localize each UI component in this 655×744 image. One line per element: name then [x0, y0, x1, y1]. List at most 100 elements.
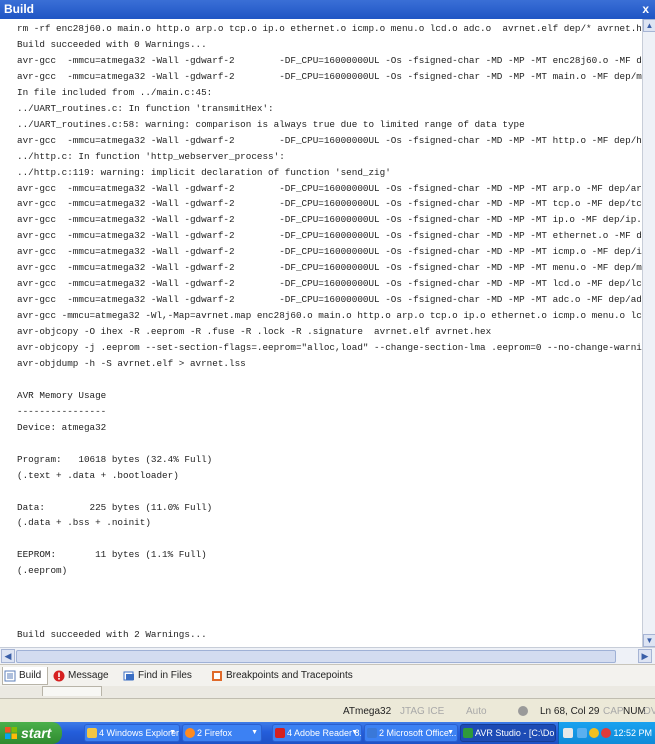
tray-window-icon[interactable] [563, 728, 573, 738]
taskbar-item-explorer[interactable]: 4 Windows Explorer ▼ [84, 724, 180, 742]
build-log-line: ../UART_routines.c: In function 'transmi… [17, 102, 274, 116]
adobe-reader-icon [275, 728, 285, 738]
close-button[interactable]: x [642, 0, 649, 19]
vertical-scrollbar[interactable]: ▲ ▼ [642, 19, 655, 647]
build-log-text: avr-gcc -mmcu=atmega32 -Wall -gdwarf-2 -… [17, 230, 642, 242]
build-log-line: avr-gcc -mmcu=atmega32 -Wall -gdwarf-2 -… [17, 54, 642, 68]
taskbar-item-firefox[interactable]: 2 Firefox ▼ [182, 724, 262, 742]
build-log-line: ---------------- [17, 405, 106, 419]
build-log-text: avr-gcc -mmcu=atmega32 -Wall -gdwarf-2 -… [17, 182, 642, 194]
tray-security-icon[interactable] [601, 728, 611, 738]
horizontal-scrollbar[interactable]: ◀ ▶ [0, 647, 655, 664]
scroll-left-icon[interactable]: ◀ [1, 649, 15, 663]
build-log-text: avr-objcopy -j .eeprom --set-section-fla… [17, 342, 642, 353]
build-output-pane[interactable]: rm -rf enc28j60.o main.o http.o arp.o tc… [17, 19, 642, 647]
build-log-text: ../UART_routines.c: In function 'transmi… [17, 102, 274, 114]
clock: 12:52 PM [613, 728, 652, 738]
build-log-line: ../http.c: In function 'http_webserver_p… [17, 150, 285, 164]
build-log-line: (.data + .bss + .noinit) [17, 516, 151, 530]
build-log-text: avr-gcc -mmcu=atmega32 -Wall -gdwarf-2 -… [17, 278, 642, 290]
scroll-up-icon[interactable]: ▲ [643, 19, 655, 32]
horizontal-scroll-thumb[interactable] [16, 650, 616, 663]
taskbar-item-office[interactable]: 2 Microsoft Office... ▼ [364, 724, 458, 742]
build-log-text: (.eeprom) [17, 565, 68, 577]
editor-tab-strip [0, 686, 655, 698]
build-log-line: avr-gcc -mmcu=atmega32 -Wall -gdwarf-2 -… [17, 197, 642, 211]
editor-tab-fragment[interactable] [42, 686, 102, 696]
chevron-down-icon: ▼ [351, 729, 358, 736]
taskbar-item-label: 4 Windows Explorer [99, 728, 180, 738]
build-log-line: avr-gcc -mmcu=atmega32 -Wall -gdwarf-2 -… [17, 277, 642, 291]
build-log-text: EEPROM: 11 bytes (1.1% Full) [17, 549, 207, 561]
build-log-text: avr-gcc -mmcu=atmega32 -Wall -gdwarf-2 -… [17, 198, 642, 210]
status-mode: Auto [466, 706, 487, 717]
build-log-line: avr-gcc -mmcu=atmega32 -Wall -gdwarf-2 -… [17, 213, 642, 227]
build-log-text: (.data + .bss + .noinit) [17, 517, 151, 529]
windows-flag-icon [5, 727, 17, 739]
tab-find-in-files[interactable]: Find in Files [122, 667, 206, 685]
build-log-line: Device: atmega32 [17, 421, 106, 435]
taskbar-item-label: AVR Studio - [C:\Do... [475, 728, 556, 738]
build-log-text: ../UART_routines.c:58: warning: comparis… [17, 118, 525, 130]
build-log-line: (.text + .data + .bootloader) [17, 469, 179, 483]
start-button[interactable]: start [0, 722, 62, 744]
window-title-bar: Build x [0, 0, 655, 19]
taskbar-item-avr-studio[interactable]: AVR Studio - [C:\Do... [460, 724, 556, 742]
tab-label: Find in Files [138, 670, 192, 681]
status-caps: CAP [603, 706, 624, 717]
breakpoints-icon [212, 671, 222, 681]
taskbar-item-label: 2 Firefox [197, 728, 233, 738]
build-log-line: rm -rf enc28j60.o main.o http.o arp.o tc… [17, 22, 642, 36]
chevron-down-icon: ▼ [251, 729, 258, 736]
build-log-text: avr-objcopy -O ihex -R .eeprom -R .fuse … [17, 326, 492, 338]
build-log-line: Build succeeded with 2 Warnings... [17, 628, 207, 642]
build-log-line: AVR Memory Usage [17, 389, 106, 403]
build-log-line: Build succeeded with 0 Warnings... [17, 38, 207, 52]
tray-audio-icon[interactable] [589, 728, 599, 738]
build-log-text: avr-gcc -mmcu=atmega32 -Wall -gdwarf-2 -… [17, 70, 642, 82]
firefox-icon [185, 728, 195, 738]
connection-status-icon [518, 706, 528, 716]
build-log-text: Data: 225 bytes (11.0% Full) [17, 501, 213, 513]
build-log-text: avr-gcc -mmcu=atmega32 -Wall -gdwarf-2 -… [17, 54, 642, 66]
build-log-text: rm -rf enc28j60.o main.o http.o arp.o tc… [17, 23, 642, 34]
tab-breakpoints[interactable]: Breakpoints and Tracepoints [210, 667, 370, 685]
tray-network-icon[interactable] [577, 728, 587, 738]
window-title: Build [4, 2, 34, 16]
taskbar: start 4 Windows Explorer ▼ 2 Firefox ▼ 4 A… [0, 722, 655, 744]
scroll-right-icon[interactable]: ▶ [638, 649, 652, 663]
taskbar-item-label: 2 Microsoft Office... [379, 728, 457, 738]
status-bar: ATmega32 JTAG ICE Auto Ln 68, Col 29 CAP… [0, 698, 655, 723]
build-log-line: EEPROM: 11 bytes (1.1% Full) [17, 548, 207, 562]
build-log-line: avr-objdump -h -S avrnet.elf > avrnet.ls… [17, 357, 246, 371]
avr-studio-icon [463, 728, 473, 738]
status-ovr: OVR [643, 706, 655, 717]
build-log-text: avr-gcc -mmcu=atmega32 -Wall -gdwarf-2 -… [17, 134, 642, 146]
build-log-text: Build succeeded with 2 Warnings... [17, 629, 207, 641]
build-log-line: ../http.c:119: warning: implicit declara… [17, 166, 391, 180]
build-log-line: avr-gcc -mmcu=atmega32 -Wall -gdwarf-2 -… [17, 70, 642, 84]
build-log-text: avr-gcc -mmcu=atmega32 -Wall -gdwarf-2 -… [17, 294, 642, 306]
build-log-line: In file included from ../main.c:45: [17, 86, 212, 100]
tab-label: Build [19, 670, 42, 681]
build-log-text: ---------------- [17, 405, 107, 417]
scroll-down-icon[interactable]: ▼ [643, 634, 655, 647]
build-log-line: avr-gcc -mmcu=atmega32 -Wall -gdwarf-2 -… [17, 182, 642, 196]
build-log-text: (.text + .data + .bootloader) [17, 469, 179, 481]
build-log-text: In file included from ../main.c:45: [17, 86, 213, 98]
tab-build[interactable]: Build [2, 667, 48, 685]
build-log-line: avr-gcc -mmcu=atmega32 -Wall -gdwarf-2 -… [17, 293, 642, 307]
tab-message[interactable]: Message [52, 667, 118, 685]
taskbar-item-adobe-reader[interactable]: 4 Adobe Reader 8.1 ▼ [272, 724, 362, 742]
build-log-text: avr-gcc -mmcu=atmega32 -Wall -gdwarf-2 -… [17, 214, 642, 226]
build-log-text: Program: 10618 bytes (32.4% Full) [17, 453, 213, 465]
folder-icon [87, 728, 97, 738]
build-log-line: (.eeprom) [17, 564, 67, 578]
build-log-line: avr-gcc -mmcu=atmega32 -Wall -gdwarf-2 -… [17, 261, 642, 275]
office-icon [367, 728, 377, 738]
chevron-down-icon: ▼ [447, 729, 454, 736]
build-log-line: avr-gcc -mmcu=atmega32 -Wall -gdwarf-2 -… [17, 245, 642, 259]
status-tool: JTAG ICE [400, 706, 445, 717]
status-position: Ln 68, Col 29 [540, 706, 600, 717]
build-list-icon [4, 670, 16, 682]
